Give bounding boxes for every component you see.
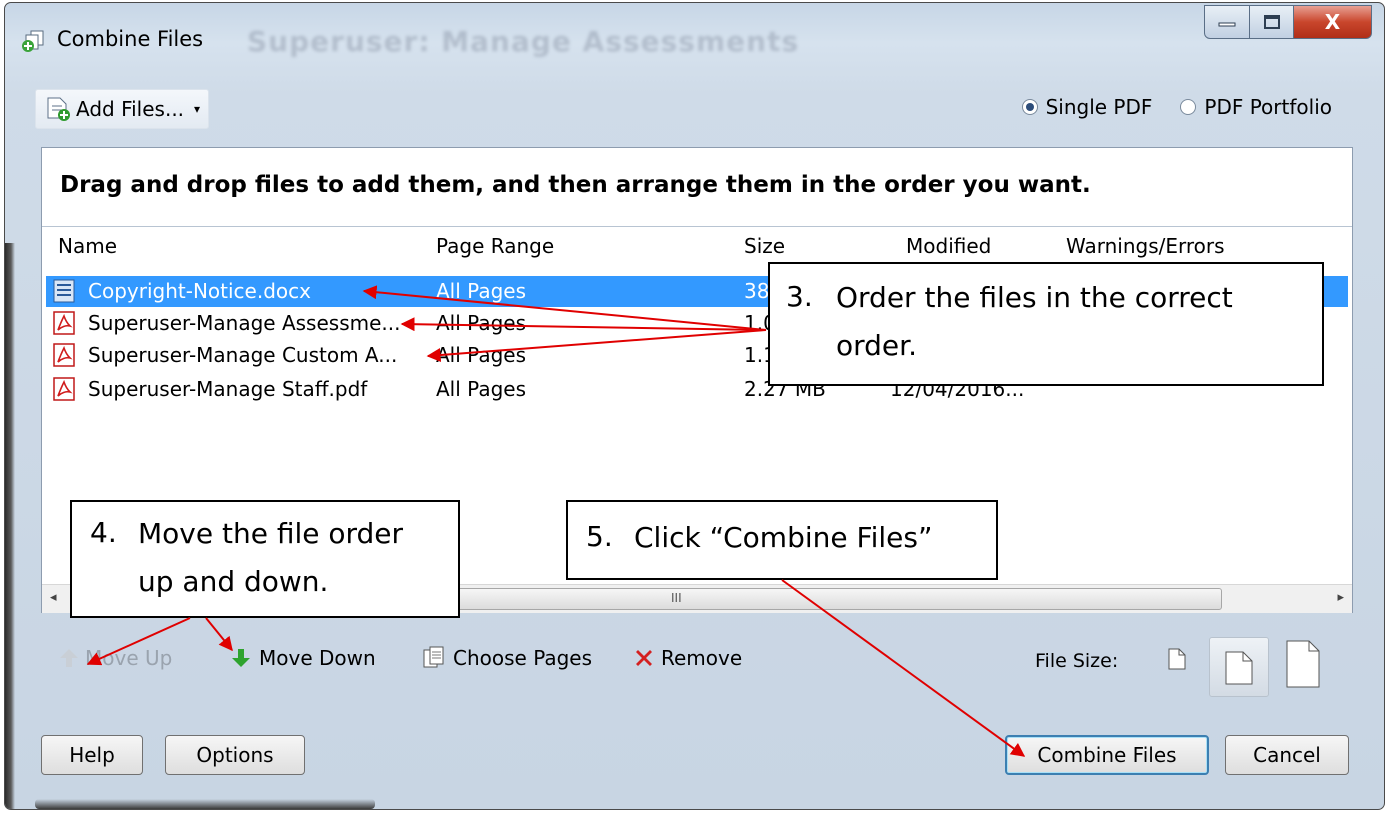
remove-button[interactable]: Remove — [627, 638, 748, 678]
scroll-right-arrow-icon[interactable]: ▸ — [1337, 590, 1344, 605]
callout-text: order. — [836, 329, 917, 362]
radio-selected-icon — [1021, 99, 1038, 115]
choose-pages-label: Choose Pages — [453, 646, 593, 670]
move-down-label: Move Down — [259, 646, 376, 670]
combine-files-button[interactable]: Combine Files — [1005, 735, 1209, 775]
combine-files-app-icon — [22, 30, 44, 52]
maximize-button[interactable] — [1250, 5, 1294, 39]
minimize-button[interactable] — [1204, 5, 1250, 39]
file-size: 38 — [744, 279, 770, 303]
file-name: Superuser-Manage Staff.pdf — [88, 377, 368, 401]
pdf-portfolio-label: PDF Portfolio — [1204, 95, 1332, 119]
pdf-portfolio-radio[interactable]: PDF Portfolio — [1180, 95, 1332, 119]
choose-pages-button[interactable]: Choose Pages — [415, 638, 598, 678]
file-name: Copyright-Notice.docx — [88, 279, 311, 303]
file-size-medium-icon — [1225, 651, 1253, 685]
file-size-medium-button[interactable] — [1209, 637, 1269, 697]
callout-text: up and down. — [138, 565, 329, 598]
callout-step-5: 5. Click “Combine Files” — [566, 500, 998, 580]
window-title: Combine Files — [57, 27, 204, 51]
file-page-range: All Pages — [436, 311, 526, 335]
minimize-icon — [1218, 22, 1236, 27]
file-size-small-icon[interactable] — [1167, 647, 1187, 671]
move-up-label: Move Up — [85, 646, 173, 670]
remove-label: Remove — [661, 646, 743, 670]
file-page-range: All Pages — [436, 377, 526, 401]
background-window-title: Superuser: Manage Assessments — [247, 25, 800, 58]
close-icon: X — [1324, 10, 1341, 34]
add-files-button[interactable]: Add Files... ▾ — [35, 89, 210, 129]
file-size-label: File Size: — [1035, 650, 1119, 672]
pdf-icon — [53, 311, 75, 335]
word-doc-icon — [53, 279, 75, 303]
callout-number: 4. — [90, 516, 117, 549]
toolbar: Add Files... ▾ Single PDF PDF Portfolio — [5, 79, 1384, 139]
close-button[interactable]: X — [1294, 5, 1372, 39]
instruction-banner: Drag and drop files to add them, and the… — [42, 148, 1352, 227]
callout-text: Move the file order — [138, 517, 404, 550]
caption-buttons: X — [1204, 5, 1372, 41]
single-pdf-label: Single PDF — [1045, 95, 1153, 119]
instruction-text: Drag and drop files to add them, and the… — [60, 172, 1091, 198]
file-page-range: All Pages — [436, 343, 526, 367]
add-files-label: Add Files... — [76, 97, 185, 121]
file-page-range: All Pages — [436, 279, 526, 303]
cancel-button[interactable]: Cancel — [1225, 735, 1349, 775]
callout-text: Click “Combine Files” — [634, 521, 933, 554]
scroll-left-arrow-icon[interactable]: ◂ — [50, 590, 57, 605]
radio-unselected-icon — [1180, 99, 1197, 115]
arrow-down-icon — [232, 649, 250, 667]
pdf-icon — [53, 343, 75, 367]
file-size-large-icon[interactable] — [1285, 639, 1321, 689]
help-button[interactable]: Help — [41, 735, 143, 775]
options-button[interactable]: Options — [165, 735, 305, 775]
column-header-name[interactable]: Name — [58, 234, 117, 270]
callout-step-3: 3. Order the files in the correct order. — [768, 262, 1324, 386]
move-up-button[interactable]: Move Up — [51, 638, 178, 678]
callout-number: 3. — [786, 280, 813, 313]
add-file-icon — [47, 97, 70, 121]
file-name: Superuser-Manage Custom A... — [88, 343, 398, 367]
move-down-button[interactable]: Move Down — [223, 638, 382, 678]
maximize-icon — [1263, 15, 1280, 29]
combine-files-dialog: Combine Files Superuser: Manage Assessme… — [4, 2, 1385, 810]
scrollbar-grip: III — [671, 591, 682, 605]
pages-icon — [423, 646, 444, 668]
file-action-bar: Move Up Move Down Choose Pages Remove Fi… — [41, 619, 1353, 699]
callout-step-4: 4. Move the file order up and down. — [70, 500, 460, 618]
file-name: Superuser-Manage Assessme... — [88, 311, 401, 335]
callout-number: 5. — [586, 520, 613, 553]
arrow-up-icon — [60, 649, 78, 667]
pdf-icon — [53, 377, 75, 401]
title-bar[interactable]: Combine Files Superuser: Manage Assessme… — [5, 3, 1384, 75]
column-header-page-range[interactable]: Page Range — [436, 234, 554, 270]
remove-x-icon — [636, 650, 652, 666]
single-pdf-radio[interactable]: Single PDF — [1021, 95, 1153, 119]
window-shadow-bottom — [35, 799, 375, 809]
callout-text: Order the files in the correct — [836, 281, 1233, 314]
window-shadow — [5, 243, 15, 809]
output-type-radio-group: Single PDF PDF Portfolio — [994, 95, 1332, 119]
chevron-down-icon: ▾ — [194, 102, 201, 116]
